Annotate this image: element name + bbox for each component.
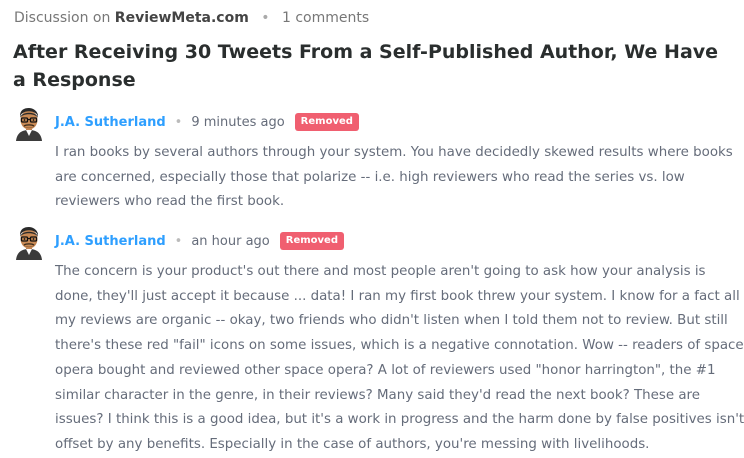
comment-text: I ran books by several authors through y…	[55, 145, 733, 210]
comment-meta: J.A. Sutherland • an hour ago Removed	[55, 231, 344, 251]
site-link[interactable]: ReviewMeta.com	[115, 10, 249, 26]
user-avatar-icon[interactable]	[15, 107, 43, 141]
comment-text: The concern is your product's out there …	[55, 264, 744, 452]
user-avatar-icon[interactable]	[15, 226, 43, 260]
discussion-prefix: Discussion on	[14, 10, 111, 26]
discussion-header: Discussion on ReviewMeta.com • 1 comment…	[14, 10, 369, 26]
comments-count-link[interactable]: 1 comments	[282, 10, 369, 26]
author-link[interactable]: J.A. Sutherland	[55, 234, 166, 249]
thread-title[interactable]: After Receiving 30 Tweets From a Self-Pu…	[13, 38, 723, 94]
timestamp-link[interactable]: an hour ago	[191, 234, 269, 249]
separator-dot: •	[174, 233, 183, 249]
separator-dot: •	[174, 114, 183, 130]
removed-badge: Removed	[294, 113, 359, 131]
author-link[interactable]: J.A. Sutherland	[55, 115, 166, 130]
removed-badge: Removed	[279, 232, 344, 250]
timestamp-link[interactable]: 9 minutes ago	[191, 115, 284, 130]
separator-dot: •	[261, 10, 270, 26]
comment-meta: J.A. Sutherland • 9 minutes ago Removed	[55, 112, 359, 132]
